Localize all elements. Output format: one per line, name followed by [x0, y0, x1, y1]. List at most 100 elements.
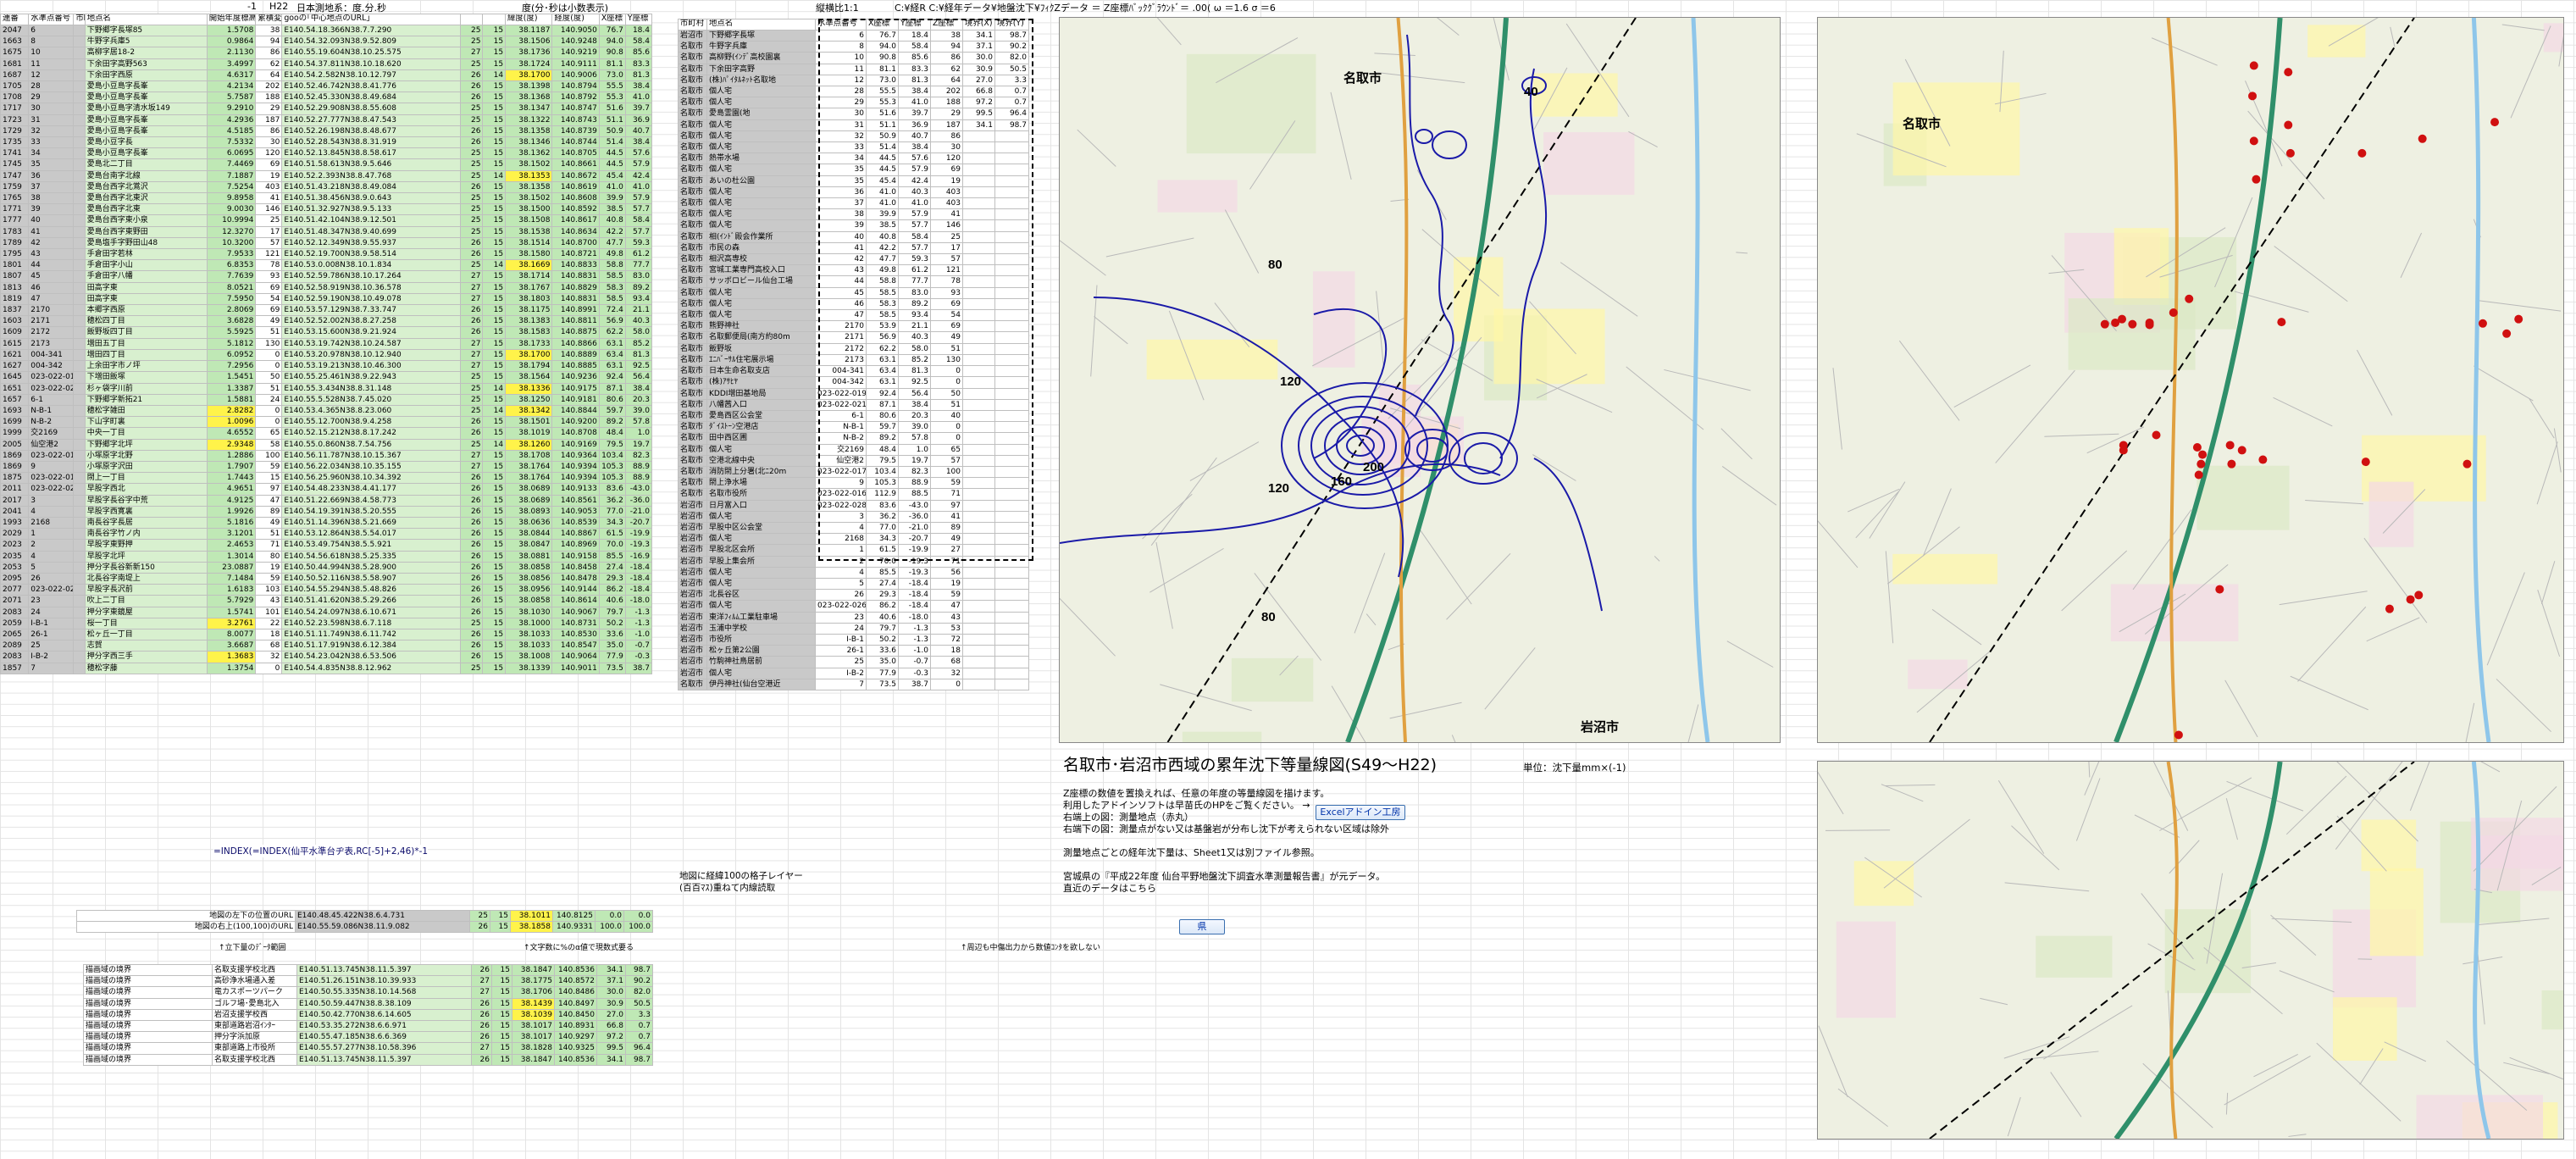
table-cell[interactable]: 61.2	[624, 248, 653, 261]
table-cell[interactable]: ﾀﾞｲｽﾄｰﾝ空港店	[706, 421, 816, 434]
table-cell[interactable]: 188	[255, 92, 283, 104]
boundary-cell[interactable]: 30.9	[596, 997, 626, 1010]
table-cell[interactable]: 55.5	[598, 80, 626, 93]
table-cell[interactable]: 42.2	[598, 225, 626, 238]
table-cell[interactable]: 下余田字高野563	[84, 58, 208, 70]
table-cell[interactable]: 杉ヶ袋字川前	[84, 382, 208, 395]
table-cell[interactable]: 25	[459, 214, 484, 227]
table-cell[interactable]: 15	[482, 315, 507, 328]
table-cell[interactable]: 20.3	[624, 393, 653, 406]
table-cell[interactable]: 名取市役所	[706, 488, 816, 501]
table-cell[interactable]: 15	[482, 225, 507, 238]
table-cell[interactable]: 140.9050	[551, 24, 600, 37]
table-cell[interactable]: 26	[459, 69, 484, 82]
table-cell[interactable]	[73, 528, 86, 541]
table-cell[interactable]: 名取市	[678, 97, 707, 109]
boundary-cell[interactable]: 描画域の境界	[83, 997, 213, 1010]
table-cell[interactable]: E140.53.20.978N38.10.12.940	[281, 348, 461, 362]
table-cell[interactable]: 38.1767	[505, 281, 553, 294]
table-cell[interactable]: 2035	[0, 550, 30, 563]
table-cell[interactable]: 97	[255, 483, 283, 496]
table-cell[interactable]: 14	[482, 404, 507, 418]
table-cell[interactable]: 51	[255, 382, 283, 395]
table-cell[interactable]: 25	[459, 438, 484, 451]
table-cell[interactable]: 個人宅	[706, 219, 816, 232]
table-cell[interactable]: I-B-2	[28, 651, 75, 663]
table-cell[interactable]: 12	[28, 69, 75, 82]
table-cell[interactable]: 140.8739	[551, 125, 600, 138]
table-cell[interactable]: 15	[482, 304, 507, 317]
table-cell[interactable]: 15	[482, 236, 507, 250]
table-cell[interactable]: 29	[255, 103, 283, 115]
table-cell[interactable]: 相沢高専校	[706, 253, 816, 266]
table-cell[interactable]: 個人宅	[706, 130, 816, 143]
table-cell[interactable]: 140.8831	[551, 270, 600, 283]
table-cell[interactable]: 86.2	[866, 600, 899, 613]
table-cell[interactable]: 愛島小豆島字長峯	[84, 92, 208, 104]
table-cell[interactable]: 田中西区圃	[706, 432, 816, 445]
table-cell[interactable]: 38.1506	[505, 36, 553, 48]
table-cell[interactable]: 38.1336	[505, 382, 553, 395]
table-cell[interactable]: (株)ｱｻﾋﾔ	[706, 376, 816, 389]
table-cell[interactable]: 下増田飯塚	[84, 371, 208, 384]
table-cell[interactable]: 26	[459, 572, 484, 585]
table-cell[interactable]: 45.4	[598, 169, 626, 182]
table-cell[interactable]: 1705	[0, 80, 30, 93]
table-cell[interactable]: 個人宅	[706, 443, 816, 456]
table-cell[interactable]: 名取市	[678, 365, 707, 378]
table-cell[interactable]: 4.9651	[206, 483, 257, 496]
table-cell[interactable]: 57.8	[624, 416, 653, 429]
table-cell[interactable]: 愛島台南字北線	[84, 169, 208, 182]
boundary-cell[interactable]: 押分字浜加原	[212, 1031, 297, 1044]
table-cell[interactable]: 38.1368	[505, 92, 553, 104]
table-cell[interactable]: 140.8969	[551, 539, 600, 552]
table-cell[interactable]: 愛島小豆字長	[84, 136, 208, 149]
boundary-cell[interactable]: 描画域の境界	[83, 1053, 213, 1066]
table-cell[interactable]: 15	[482, 550, 507, 563]
table-cell[interactable]: 26	[459, 472, 484, 485]
table-cell[interactable]: 38.1346	[505, 136, 553, 149]
table-cell[interactable]: 愛島小豆島字長峯	[84, 147, 208, 160]
table-cell[interactable]: 名取市	[678, 309, 707, 322]
table-cell[interactable]: E140.54.18.366N38.7.7.290	[281, 24, 461, 37]
table-cell[interactable]	[994, 566, 1029, 579]
table-cell[interactable]: 穂松字藤	[84, 662, 208, 674]
table-cell[interactable]: 140.9064	[551, 651, 600, 663]
table-cell[interactable]	[73, 47, 86, 59]
corner-cell[interactable]: 地図の右上(100,100)のURL	[76, 921, 296, 934]
boundary-cell[interactable]: 27.0	[596, 1008, 626, 1022]
table-cell[interactable]: 10	[28, 47, 75, 59]
table-cell[interactable]: 38.1724	[505, 58, 553, 70]
table-cell[interactable]: 25	[459, 36, 484, 48]
table-cell[interactable]	[73, 80, 86, 93]
table-cell[interactable]: -1.3	[898, 633, 931, 646]
table-cell[interactable]: E140.55.5.528N38.7.45.020	[281, 393, 461, 406]
table-cell[interactable]: 140.8614	[551, 595, 600, 607]
boundary-cell[interactable]: 90.2	[625, 975, 653, 988]
table-cell[interactable]: 1.7907	[206, 460, 257, 474]
table-cell[interactable]: 85.2	[624, 337, 653, 350]
table-cell[interactable]: -0.3	[898, 667, 931, 679]
table-cell[interactable]: 81.3	[624, 69, 653, 82]
table-cell[interactable]: 83.0	[624, 270, 653, 283]
table-cell[interactable]: 下余田字高野	[706, 63, 816, 75]
boundary-cell[interactable]: 140.8931	[554, 1020, 597, 1033]
table-cell[interactable]: 早股字東野押	[84, 539, 208, 552]
boundary-cell[interactable]: 0.7	[625, 1031, 653, 1044]
boundary-cell[interactable]: 96.4	[625, 1042, 653, 1055]
table-cell[interactable]: 4	[815, 566, 867, 579]
table-cell[interactable]	[73, 472, 86, 485]
table-cell[interactable]: 56	[930, 566, 963, 579]
boundary-cell[interactable]: 高砂浄水場通入差	[212, 975, 297, 988]
table-cell[interactable]: 38.1764	[505, 472, 553, 485]
boundary-cell[interactable]: 140.8450	[554, 1008, 597, 1022]
table-cell[interactable]: 名取市	[678, 219, 707, 232]
table-cell[interactable]: 25	[459, 147, 484, 160]
boundary-cell[interactable]: ゴルフ場･愛島北入	[212, 997, 297, 1010]
table-cell[interactable]: 15	[482, 337, 507, 350]
table-cell[interactable]: 100	[255, 449, 283, 462]
table-cell[interactable]: 2.1130	[206, 47, 257, 59]
table-cell[interactable]: 1999	[0, 427, 30, 440]
table-cell[interactable]: E140.51.58.613N38.9.5.646	[281, 158, 461, 171]
table-cell[interactable]	[73, 561, 86, 574]
